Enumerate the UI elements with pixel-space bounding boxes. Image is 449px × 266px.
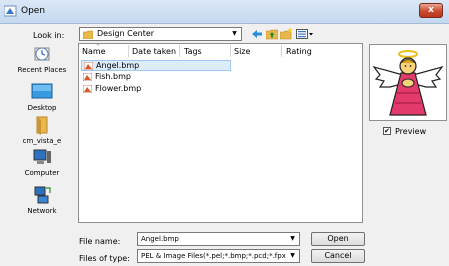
lookin-dropdown[interactable]: Design Center ▼ [79, 27, 242, 41]
angel-preview-image [372, 50, 444, 116]
column-rating[interactable]: Rating [286, 47, 312, 56]
chevron-down-icon[interactable]: ▼ [287, 251, 298, 261]
preview-pane [369, 44, 447, 121]
bitmap-file-icon [83, 85, 92, 93]
column-date-taken[interactable]: Date taken [132, 47, 176, 56]
lookin-value: Design Center [97, 29, 155, 38]
file-row[interactable]: Flower.bmp [81, 84, 231, 95]
desktop-icon [31, 83, 53, 99]
file-name-field[interactable]: Angel.bmp ▼ [137, 232, 300, 246]
place-desktop[interactable]: Desktop [7, 82, 77, 112]
back-arrow-icon[interactable] [251, 27, 263, 41]
file-type-value: PEL & Image Files(*.pel;*.bmp;*.pcd;*.fp… [141, 252, 286, 260]
computer-icon [33, 149, 51, 164]
view-menu-icon[interactable] [296, 27, 314, 41]
close-button[interactable]: x [419, 3, 443, 18]
place-network[interactable]: Network [7, 185, 77, 215]
place-label: cm_vista_e [22, 137, 62, 145]
new-folder-icon[interactable] [280, 27, 293, 41]
app-icon [4, 5, 17, 17]
file-type-label: Files of type: [79, 254, 130, 263]
place-label: Desktop [27, 104, 57, 112]
bitmap-file-icon [84, 62, 93, 70]
file-name-value: Angel.bmp [141, 235, 179, 243]
column-headers: ^ Name Date taken Tags Size Rating [79, 44, 362, 58]
user-folder-icon [36, 116, 48, 135]
recent-places-icon [34, 47, 50, 61]
file-list[interactable]: ^ Name Date taken Tags Size Rating Angel… [78, 43, 363, 223]
file-name: Fish.bmp [95, 72, 131, 81]
folder-icon [83, 30, 93, 39]
cancel-button[interactable]: Cancel [311, 249, 365, 263]
places-bar: Recent Places Desktop cm_vista_e Compute… [7, 40, 77, 265]
place-cm-vista-e[interactable]: cm_vista_e [7, 115, 77, 145]
file-name: Angel.bmp [96, 61, 140, 70]
place-computer[interactable]: Computer [7, 147, 77, 177]
bitmap-file-icon [83, 73, 92, 81]
sort-ascending-icon: ^ [96, 44, 101, 50]
up-folder-icon[interactable] [266, 27, 278, 41]
place-recent-places[interactable]: Recent Places [7, 44, 77, 74]
file-row[interactable]: Fish.bmp [81, 72, 231, 83]
file-name-label: File name: [79, 237, 121, 246]
file-type-dropdown[interactable]: PEL & Image Files(*.pel;*.bmp;*.pcd;*.fp… [137, 249, 300, 263]
chevron-down-icon[interactable]: ▼ [287, 234, 298, 244]
window-title: Open [21, 6, 46, 16]
column-size[interactable]: Size [234, 47, 250, 56]
place-label: Network [27, 207, 57, 215]
preview-checkbox[interactable]: ✔ [383, 127, 391, 135]
column-tags[interactable]: Tags [184, 47, 202, 56]
network-icon [34, 186, 51, 204]
file-row[interactable]: Angel.bmp [81, 60, 231, 71]
open-button[interactable]: Open [311, 232, 365, 246]
chevron-down-icon[interactable]: ▼ [229, 29, 240, 39]
column-name[interactable]: ^ Name [82, 44, 106, 56]
file-name: Flower.bmp [95, 84, 142, 93]
lookin-label: Look in: [33, 31, 65, 40]
place-label: Recent Places [17, 66, 67, 74]
place-label: Computer [24, 169, 60, 177]
title-bar: Open x [0, 0, 449, 24]
preview-label: Preview [395, 127, 427, 136]
